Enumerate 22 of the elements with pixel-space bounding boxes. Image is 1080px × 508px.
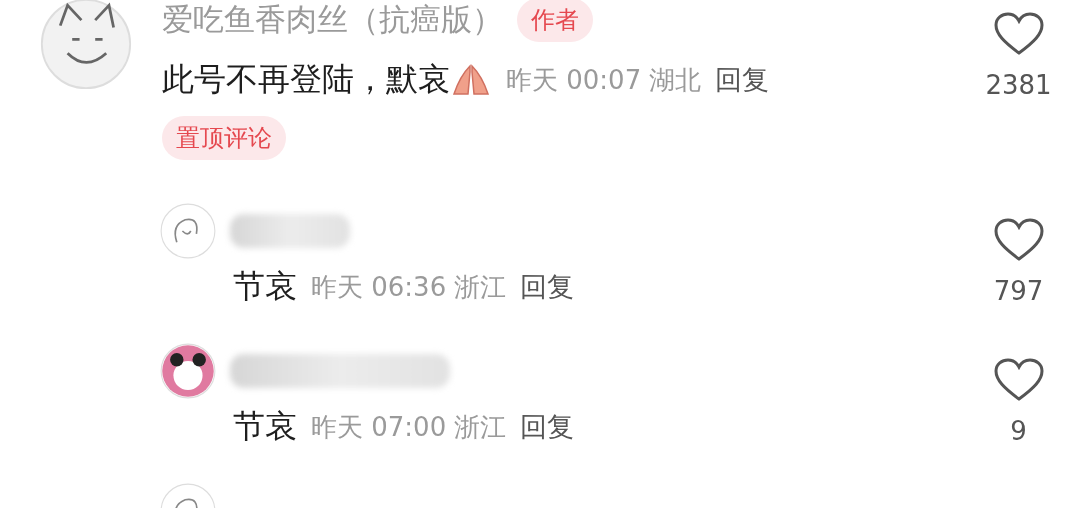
pinned-badge: 置顶评论	[162, 116, 286, 160]
praying-hands-icon	[450, 62, 492, 98]
heart-icon[interactable]	[993, 218, 1044, 262]
comment-text: 此号不再登陆，默哀	[162, 59, 450, 100]
author-badge: 作者	[517, 0, 593, 42]
comment-time: 昨天 00:07	[506, 63, 642, 97]
comment-location: 湖北	[649, 63, 702, 97]
reply-link[interactable]: 回复	[520, 269, 575, 305]
avatar[interactable]	[160, 343, 216, 399]
reply-text: 节哀	[233, 266, 297, 307]
reply-text: 节哀	[233, 406, 297, 447]
heart-icon[interactable]	[993, 12, 1044, 56]
like-count: 797	[993, 276, 1044, 306]
reply-link[interactable]: 回复	[715, 62, 770, 98]
reply-link[interactable]: 回复	[520, 409, 575, 445]
like-count: 9	[1010, 416, 1027, 446]
reply-location: 浙江	[454, 410, 507, 444]
reply-time: 昨天 07:00	[311, 410, 447, 444]
reply-location: 浙江	[454, 270, 507, 304]
like-count: 2381	[985, 70, 1052, 100]
heart-icon[interactable]	[993, 358, 1044, 402]
reply-time: 昨天 06:36	[311, 270, 447, 304]
